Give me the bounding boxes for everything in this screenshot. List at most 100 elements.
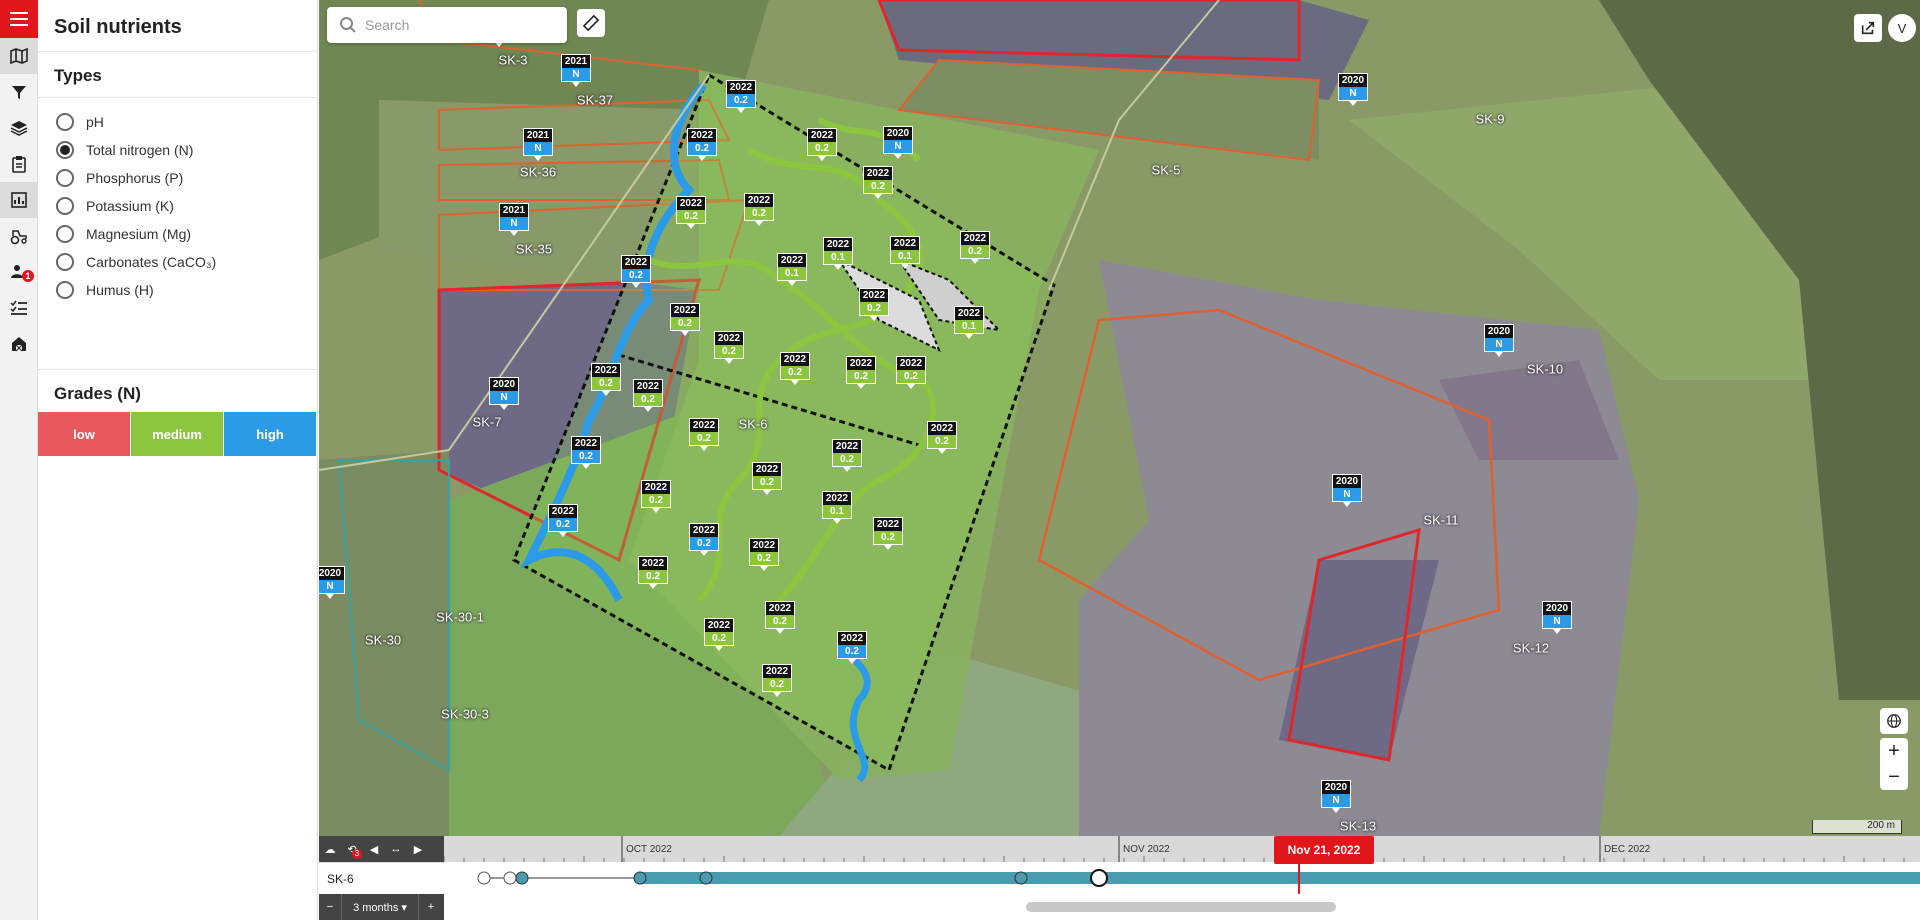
weather-icon[interactable]: ☁ (319, 836, 341, 862)
radio-selected-icon[interactable] (56, 141, 74, 159)
type-option-ph[interactable]: pH (56, 108, 317, 136)
field-label-sk-10[interactable]: SK-10 (1527, 362, 1563, 377)
sample-marker[interactable]: 2021 N (561, 54, 591, 87)
timeline-scrollbar[interactable] (1026, 902, 1336, 912)
satellite-map[interactable]: SK-3 SK-37 SK-36 SK-35 SK-7 SK-6 SK-5 SK… (319, 0, 1920, 836)
sample-marker[interactable]: 2022 0.2 (633, 379, 663, 412)
sample-marker[interactable]: 2022 0.2 (752, 462, 782, 495)
sample-marker[interactable]: 2022 0.2 (670, 303, 700, 336)
sample-marker[interactable]: 2022 0.1 (822, 491, 852, 524)
sample-marker[interactable]: 2022 0.1 (777, 253, 807, 286)
share-icon[interactable] (1854, 14, 1882, 42)
map-icon[interactable] (0, 38, 38, 74)
chart-icon[interactable] (0, 182, 38, 218)
field-label-sk-12[interactable]: SK-12 (1513, 641, 1549, 656)
sample-marker[interactable]: 2022 0.2 (780, 352, 810, 385)
timeline-track[interactable] (444, 862, 1920, 894)
radio-icon[interactable] (56, 225, 74, 243)
field-label-sk-13[interactable]: SK-13 (1340, 819, 1376, 834)
field-label-sk-36[interactable]: SK-36 (520, 165, 556, 180)
field-label-sk-11[interactable]: SK-11 (1423, 513, 1458, 528)
sample-marker[interactable]: 2022 0.1 (954, 306, 984, 339)
sample-marker[interactable]: 2022 0.2 (689, 523, 719, 556)
range-select[interactable]: 3 months ▾ (341, 894, 419, 920)
sample-marker[interactable]: 2022 0.2 (641, 480, 671, 513)
type-option-magnesium[interactable]: Magnesium (Mg) (56, 220, 317, 248)
sample-marker[interactable]: 2022 0.2 (832, 439, 862, 472)
sample-marker[interactable]: 2020N (883, 126, 913, 159)
sample-marker[interactable]: 2022 0.2 (571, 436, 601, 469)
globe-icon[interactable] (1880, 708, 1908, 734)
filter-icon[interactable] (0, 74, 38, 110)
users-icon[interactable]: 1 (0, 254, 38, 290)
sample-marker[interactable]: 2022 0.2 (704, 618, 734, 651)
field-label-sk-30-3[interactable]: SK-30-3 (441, 707, 489, 722)
radio-icon[interactable] (56, 169, 74, 187)
sample-marker[interactable]: 2022 0.2 (548, 504, 578, 537)
sample-marker[interactable]: 2022 0.2 (807, 128, 837, 161)
sample-marker[interactable]: 2022 0.1 (823, 237, 853, 270)
sample-marker[interactable]: 2020N (1321, 780, 1351, 813)
type-option-nitrogen[interactable]: Total nitrogen (N) (56, 136, 317, 164)
history-icon[interactable]: ⟲ 3 (341, 836, 363, 862)
field-label-sk-7[interactable]: SK-7 (473, 415, 502, 430)
field-label-sk-30[interactable]: SK-30 (365, 633, 401, 648)
sample-marker[interactable]: 2020N (1332, 474, 1362, 507)
next-icon[interactable]: ▶ (407, 836, 429, 862)
zoom-in-button[interactable]: + (1880, 738, 1908, 764)
ruler-icon[interactable] (577, 9, 605, 37)
sample-marker[interactable]: 2022 0.2 (873, 517, 903, 550)
sample-marker[interactable]: 2020N (1484, 324, 1514, 357)
range-plus-button[interactable]: + (419, 894, 443, 920)
radio-icon[interactable] (56, 197, 74, 215)
sample-marker[interactable]: 2020N (489, 377, 519, 410)
account-avatar[interactable]: V (1888, 14, 1916, 42)
sample-marker[interactable]: 2020N (319, 566, 345, 599)
zoom-out-button[interactable]: − (1880, 764, 1908, 790)
sample-marker[interactable]: 2022 0.2 (960, 231, 990, 264)
sample-marker[interactable]: 2022 0.2 (638, 556, 668, 589)
prev-icon[interactable]: ◀ (363, 836, 385, 862)
sample-marker[interactable]: 2022 0.2 (726, 80, 756, 113)
sample-marker[interactable]: 2022 0.2 (689, 418, 719, 451)
sample-marker[interactable]: 2022 0.2 (687, 128, 717, 161)
sample-marker[interactable]: 2022 0.2 (591, 363, 621, 396)
sample-marker[interactable]: 2022 0.2 (749, 538, 779, 571)
menu-icon[interactable] (0, 0, 38, 38)
type-option-potassium[interactable]: Potassium (K) (56, 192, 317, 220)
type-option-carbonates[interactable]: Carbonates (CaCO₃) (56, 248, 317, 276)
type-option-phosphorus[interactable]: Phosphorus (P) (56, 164, 317, 192)
sample-marker[interactable]: 2020N (1542, 601, 1572, 634)
field-label-sk-30-1[interactable]: SK-30-1 (436, 610, 484, 625)
range-minus-button[interactable]: − (319, 894, 341, 920)
sample-marker[interactable]: 2022 0.2 (621, 255, 651, 288)
sample-marker[interactable]: 2022 0.2 (863, 166, 893, 199)
radio-icon[interactable] (56, 281, 74, 299)
field-label-sk-3[interactable]: SK-3 (499, 53, 528, 68)
sample-marker[interactable]: 2021 N (523, 128, 553, 161)
barn-icon[interactable] (0, 326, 38, 362)
field-label-sk-9[interactable]: SK-9 (1476, 112, 1505, 127)
field-label-sk-35[interactable]: SK-35 (516, 242, 552, 257)
sample-marker[interactable]: 2022 0.2 (676, 196, 706, 229)
sample-marker[interactable]: 2022 0.1 (890, 236, 920, 269)
type-option-humus[interactable]: Humus (H) (56, 276, 317, 304)
radio-icon[interactable] (56, 113, 74, 131)
sample-marker[interactable]: 2022 0.2 (714, 331, 744, 364)
field-label-sk-6[interactable]: SK-6 (739, 417, 768, 432)
sample-marker[interactable]: 2020N (1338, 73, 1368, 106)
fit-range-icon[interactable]: ↔ (385, 836, 407, 862)
sample-marker[interactable]: 2022 0.2 (765, 601, 795, 634)
sample-marker[interactable]: 2022 0.2 (762, 664, 792, 697)
radio-icon[interactable] (56, 253, 74, 271)
sample-marker[interactable]: 2022 0.2 (846, 356, 876, 389)
clipboard-icon[interactable] (0, 146, 38, 182)
tractor-icon[interactable] (0, 218, 38, 254)
sample-marker[interactable]: 2022 0.2 (896, 356, 926, 389)
sample-marker[interactable]: 2022 0.2 (837, 631, 867, 664)
sample-marker[interactable]: 2022 0.2 (744, 193, 774, 226)
layers-icon[interactable] (0, 110, 38, 146)
timeline-axis[interactable]: OCT 2022 NOV 2022 DEC 2022 Nov 21, 2022 (444, 836, 1920, 864)
field-label-sk-5[interactable]: SK-5 (1152, 163, 1181, 178)
sample-marker[interactable]: 2022 0.2 (859, 288, 889, 321)
